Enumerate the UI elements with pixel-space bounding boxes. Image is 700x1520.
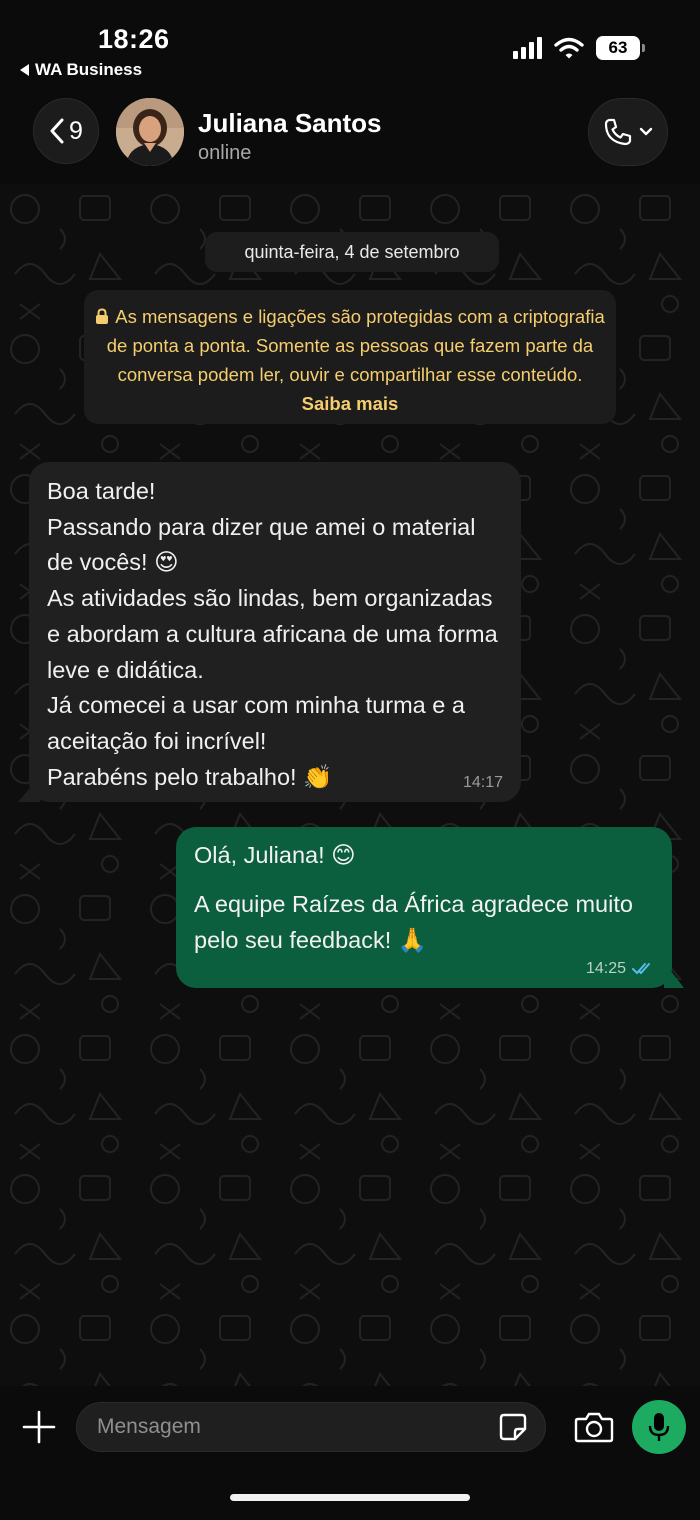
sticker-icon[interactable] <box>498 1412 528 1442</box>
call-button[interactable] <box>588 98 668 166</box>
avatar-photo <box>116 98 184 166</box>
incoming-message[interactable]: Boa tarde! Passando para dizer que amei … <box>29 462 521 802</box>
signal-icon <box>513 37 542 59</box>
learn-more-link[interactable]: Saiba mais <box>302 393 399 414</box>
phone-icon <box>604 118 632 146</box>
back-to-app-link[interactable]: WA Business <box>20 60 142 80</box>
home-indicator[interactable] <box>230 1494 470 1501</box>
message-meta: 14:25 <box>586 960 656 978</box>
back-chevron-icon <box>50 118 64 144</box>
encryption-notice[interactable]: As mensagens e ligações são protegidas c… <box>84 290 616 424</box>
message-time: 14:17 <box>462 774 503 791</box>
plus-icon[interactable] <box>22 1410 56 1444</box>
mic-button[interactable] <box>632 1400 686 1454</box>
message-text-line2: A equipe Raízes da África agradece muito… <box>194 891 633 953</box>
back-button[interactable]: 9 <box>33 98 99 164</box>
lock-icon <box>96 308 109 324</box>
avatar[interactable] <box>116 98 184 166</box>
wifi-icon <box>554 37 584 59</box>
message-text-line1: Olá, Juliana! 😊 <box>194 842 356 868</box>
date-separator: quinta-feira, 4 de setembro <box>205 232 499 272</box>
message-input[interactable] <box>76 1402 546 1452</box>
mic-icon <box>648 1413 670 1441</box>
double-check-icon <box>632 963 650 975</box>
status-time: 18:26 <box>98 24 170 54</box>
message-text: Boa tarde! Passando para dizer que amei … <box>47 478 498 790</box>
encryption-text: As mensagens e ligações são protegidas c… <box>106 306 605 385</box>
presence-status: online <box>198 142 252 164</box>
camera-icon[interactable] <box>574 1410 614 1444</box>
chat-area[interactable]: quinta-feira, 4 de setembro As mensagens… <box>0 184 700 1386</box>
battery-icon: 63 <box>596 36 645 60</box>
chevron-down-icon <box>639 127 653 136</box>
status-indicators: 63 <box>513 36 645 60</box>
back-app-label: WA Business <box>35 60 143 79</box>
outgoing-message[interactable]: Olá, Juliana! 😊 A equipe Raízes da Áfric… <box>176 827 672 988</box>
unread-count: 9 <box>69 116 83 145</box>
back-triangle-icon <box>20 64 29 76</box>
message-time: 14:25 <box>585 960 626 977</box>
contact-name[interactable]: Juliana Santos <box>198 108 382 139</box>
